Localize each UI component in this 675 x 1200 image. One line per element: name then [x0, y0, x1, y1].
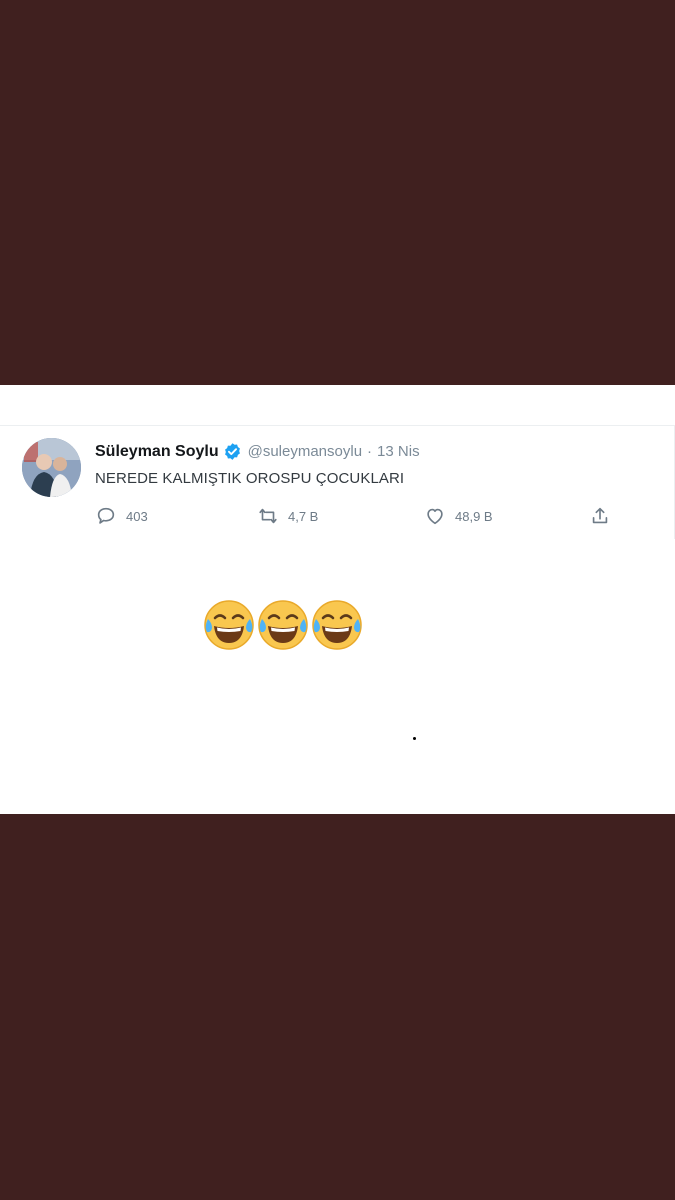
- like-button[interactable]: 48,9 B: [424, 505, 493, 527]
- share-button[interactable]: [589, 505, 611, 527]
- tweet-header: Süleyman Soylu @suleymansoylu · 13 Nis: [95, 442, 420, 461]
- retweet-button[interactable]: 4,7 B: [257, 505, 318, 527]
- comment-bubble-icon: [97, 507, 115, 524]
- avatar[interactable]: [22, 438, 81, 497]
- tweet-card[interactable]: Süleyman Soylu @suleymansoylu · 13 Nis N…: [0, 425, 675, 539]
- bottom-background-band: [0, 814, 675, 1200]
- face-with-tears-of-joy-icon: [312, 600, 362, 650]
- face-with-tears-of-joy-icon: [204, 600, 254, 650]
- user-handle[interactable]: @suleymansoylu: [248, 443, 362, 460]
- emoji-row: [202, 599, 364, 653]
- heart-icon: [427, 508, 443, 525]
- verified-badge-icon: [224, 443, 240, 460]
- avatar-photo: [22, 438, 81, 497]
- dot-mark: [413, 737, 416, 740]
- tweet-date[interactable]: 13 Nis: [377, 443, 420, 460]
- retweet-arrows-icon: [259, 508, 277, 524]
- reply-count: 403: [126, 508, 148, 524]
- screen: Süleyman Soylu @suleymansoylu · 13 Nis N…: [0, 0, 675, 1200]
- screenshot-panel: Süleyman Soylu @suleymansoylu · 13 Nis N…: [0, 385, 675, 814]
- share-upload-icon: [592, 507, 608, 524]
- face-with-tears-of-joy-icon: [258, 600, 308, 650]
- like-count: 48,9 B: [455, 508, 493, 524]
- header-separator: ·: [367, 443, 373, 460]
- top-background-band: [0, 0, 675, 385]
- retweet-count: 4,7 B: [288, 508, 319, 524]
- tweet-text: NEREDE KALMIŞTIK OROSPU ÇOCUKLARI: [95, 470, 405, 487]
- display-name[interactable]: Süleyman Soylu: [95, 443, 219, 461]
- reply-button[interactable]: 403: [95, 505, 148, 527]
- tweet-actions: 403 4,7 B 48,9 B: [95, 505, 625, 529]
